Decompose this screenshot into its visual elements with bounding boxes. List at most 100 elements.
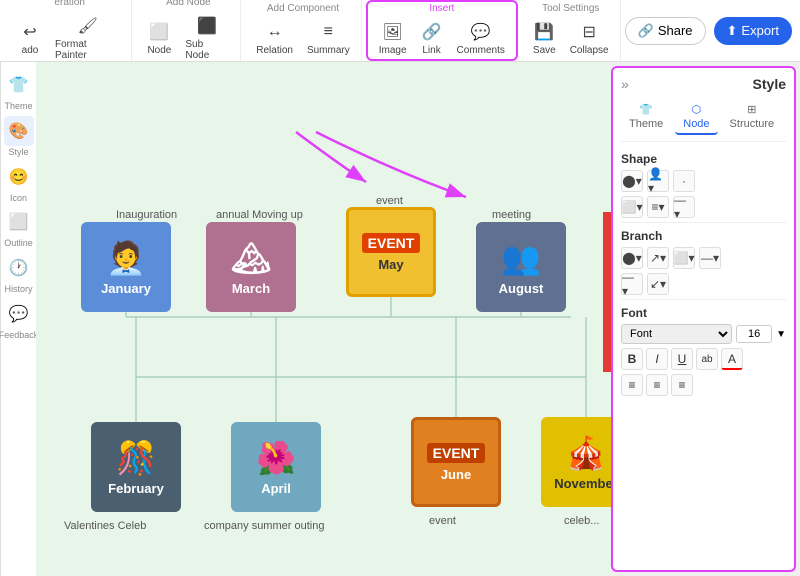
sidebar-label-feedback: Feedback [0,330,38,341]
node-february[interactable]: 🎊 February [91,422,181,512]
node-may[interactable]: EVENT May [346,207,436,297]
node-march[interactable]: 🏔 March [206,222,296,312]
node-april[interactable]: 🌺 April [231,422,321,512]
shape-rect-btn[interactable]: ⬜▾ [621,196,643,218]
branch-color-btn[interactable]: ↗▾ [647,247,669,269]
nov-annotation: celeb... [564,515,599,527]
toolbar-group-add-node: Add Node ⬜ Node ⬛ Sub Node [136,0,241,61]
feb-icon: 🎊 [116,439,156,477]
canvas[interactable]: Inauguration annual Moving up event meet… [36,62,611,576]
comments-button[interactable]: 💬 Comments [452,18,510,59]
collapse-icon: ⊟ [578,21,600,43]
comments-icon: 💬 [470,21,492,43]
icon-icon: 😊 [4,162,34,192]
shape-dash-btn[interactable]: — ▾ [673,196,695,218]
italic-btn[interactable]: I [646,348,668,370]
apr-label: April [261,481,291,496]
panel-header: » Style [621,76,786,92]
divider-2 [621,299,786,300]
panel-title: Style [753,76,786,92]
sidebar-item-history[interactable]: 🕐 History [4,253,34,295]
node-button[interactable]: ⬜ Node [142,18,176,59]
node-tab-icon: ⬡ [692,103,702,116]
shape-dot-btn[interactable]: · [673,170,695,192]
bold-btn[interactable]: B [621,348,643,370]
branch-curve-btn[interactable]: ↙▾ [647,273,669,295]
tab-theme[interactable]: 👕 Theme [621,100,671,135]
font-select[interactable]: Font [621,324,732,344]
group-label-add-component: Add Component [267,3,339,14]
sidebar-item-feedback[interactable]: 💬 Feedback [0,299,38,341]
collapse-button[interactable]: ⊟ Collapse [565,18,614,59]
export-icon: ⬆ [727,23,738,39]
sub-node-icon: ⬛ [196,15,218,37]
shape-fill-btn[interactable]: ⬤▾ [621,170,643,192]
aug-annotation: meeting [492,209,531,221]
relation-icon: ↔ [264,21,286,43]
divider-1 [621,222,786,223]
tab-structure[interactable]: ⊞ Structure [722,100,783,135]
node-june[interactable]: EVENT June [411,417,501,507]
underline-btn[interactable]: U [671,348,693,370]
toolbar-group-eration: eration ↩ ado 🖌 Format Painter [8,0,132,61]
sidebar-item-outline[interactable]: ⬜ Outline [4,207,34,249]
sidebar-item-icon[interactable]: 😊 Icon [4,162,34,204]
shape-person-btn[interactable]: 👤▾ [647,170,669,192]
group-label-tool-settings: Tool Settings [542,3,599,14]
share-button[interactable]: 🔗 Share [625,17,706,45]
summary-button[interactable]: ≡ Summary [302,18,355,59]
apr-icon: 🌺 [256,439,296,477]
node-november[interactable]: 🎪 November [541,417,611,507]
sub-node-button[interactable]: ⬛ Sub Node [180,12,234,64]
mar-icon: 🏔 [231,239,272,277]
align-right-btn[interactable]: ≡ [671,374,693,396]
undo-button[interactable]: ↩ ado [14,18,46,59]
relation-button[interactable]: ↔ Relation [251,18,298,59]
node-august[interactable]: 👥 August [476,222,566,312]
group-label-add-node: Add Node [166,0,210,8]
align-left-btn[interactable]: ≡ [621,374,643,396]
image-icon: 🖼 [382,21,404,43]
font-section-title: Font [621,306,786,320]
format-painter-icon: 🖌 [77,15,99,37]
tab-node[interactable]: ⬡ Node [675,100,717,135]
undo-icon: ↩ [19,21,41,43]
sidebar-label-history: History [4,284,32,295]
outline-icon: ⬜ [4,207,34,237]
align-row: ≡ ≡ ≡ [621,374,786,396]
shape-lines-btn[interactable]: ≡▾ [647,196,669,218]
style-panel: » Style 👕 Theme ⬡ Node ⊞ Structure Shape… [611,66,796,572]
link-button[interactable]: 🔗 Link [416,18,448,59]
link-icon: 🔗 [421,21,443,43]
sidebar-label-style: Style [8,147,28,158]
history-icon: 🕐 [4,253,34,283]
sidebar-label-icon: Icon [10,193,27,204]
nov-label: November [554,476,611,491]
share-export-group: 🔗 Share ⬆ Export [625,17,792,45]
export-button[interactable]: ⬆ Export [714,17,792,45]
branch-dash2-btn[interactable]: — ▾ [621,273,643,295]
mar-annotation: annual Moving up [216,209,303,221]
sidebar-item-style[interactable]: 🎨 Style [4,116,34,158]
branch-fill-btn[interactable]: ⬤▾ [621,247,643,269]
save-button[interactable]: 💾 Save [528,18,561,59]
sidebar-item-theme[interactable]: 👕 Theme [4,70,34,112]
left-sidebar: 👕 Theme 🎨 Style 😊 Icon ⬜ Outline 🕐 Histo… [0,62,36,576]
align-center-btn[interactable]: ≡ [646,374,668,396]
node-january[interactable]: 🧑‍💼 January [81,222,171,312]
image-button[interactable]: 🖼 Image [374,18,412,59]
branch-line-btn[interactable]: —▾ [699,247,721,269]
sidebar-label-outline: Outline [4,238,33,249]
font-size-arrow[interactable]: ▼ [776,329,786,340]
branch-rect-btn[interactable]: ⬜▾ [673,247,695,269]
panel-collapse-btn[interactable]: » [621,76,629,92]
font-color-btn[interactable]: A [721,348,743,370]
save-icon: 💾 [533,21,555,43]
format-painter-button[interactable]: 🖌 Format Painter [50,12,125,64]
branch-section-title: Branch [621,229,786,243]
shape-section-title: Shape [621,152,786,166]
font-size-input[interactable] [736,325,772,343]
strikethrough-btn[interactable]: ab [696,348,718,370]
shape-row-1: ⬤▾ 👤▾ · [621,170,786,192]
mar-label: March [232,281,270,296]
